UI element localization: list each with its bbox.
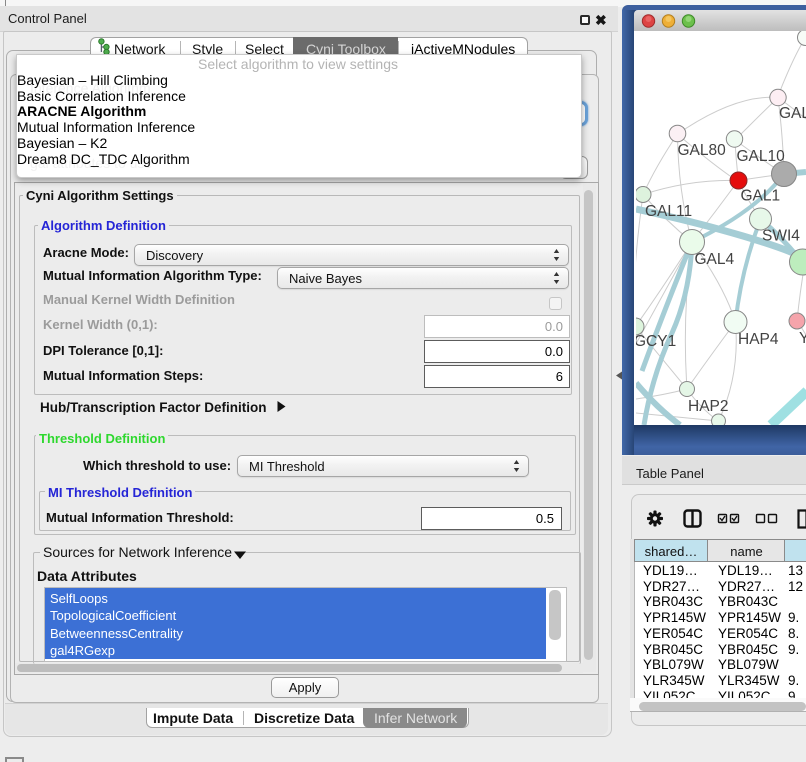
svg-text:GAL11: GAL11 [645,203,692,220]
svg-text:HAP2: HAP2 [688,398,729,415]
svg-text:GAL10: GAL10 [737,148,786,165]
svg-text:GAL80: GAL80 [678,142,727,159]
svg-text:HAP4: HAP4 [738,331,779,348]
svg-text:SWI4: SWI4 [762,228,800,245]
svg-text:Y: Y [799,330,806,347]
svg-text:GAL: GAL [779,105,806,122]
svg-text:GCY1: GCY1 [636,333,676,350]
svg-text:GAL4: GAL4 [695,251,735,268]
svg-text:GAL1: GAL1 [741,188,781,205]
